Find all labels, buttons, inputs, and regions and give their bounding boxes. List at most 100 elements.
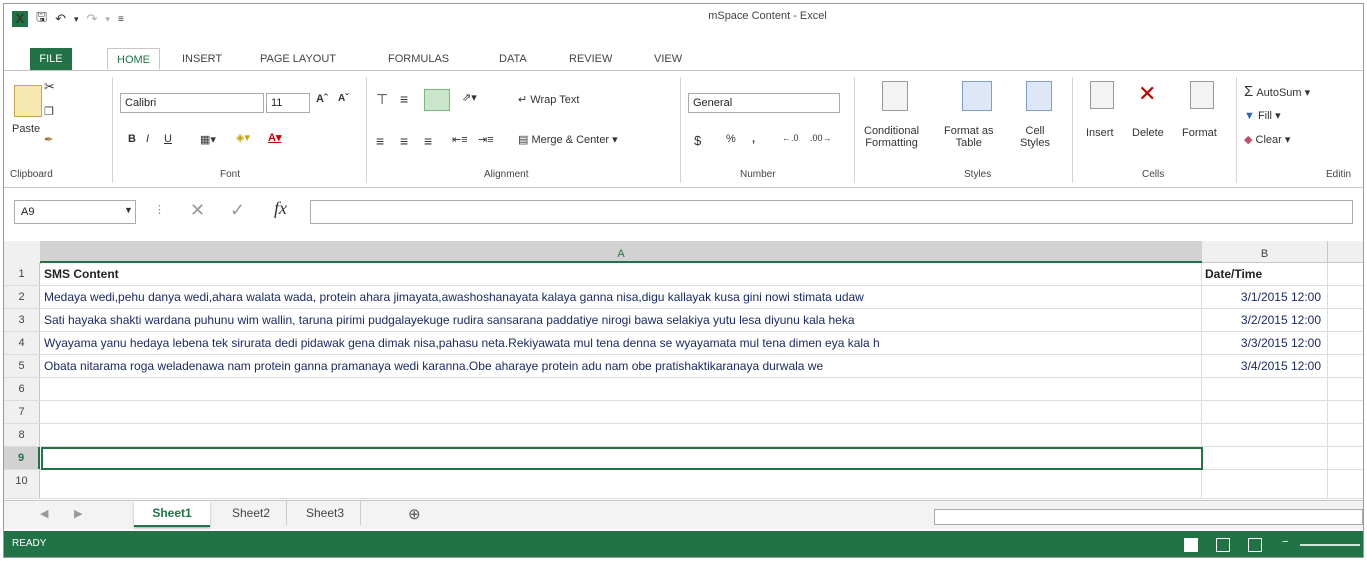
cell[interactable]: 3/2/2015 12:00	[1202, 309, 1328, 331]
format-button[interactable]: Format	[1182, 127, 1217, 139]
increase-font-icon[interactable]: Aˆ	[316, 93, 328, 105]
cell[interactable]: Wyayama yanu hedaya lebena tek sirurata …	[41, 332, 1202, 354]
name-box[interactable]: A9	[14, 200, 136, 224]
format-as-table-icon[interactable]	[962, 81, 992, 111]
cell[interactable]	[41, 470, 1202, 498]
sheet-tab-sheet3[interactable]: Sheet3	[290, 501, 361, 525]
cell[interactable]	[1202, 401, 1328, 423]
cell[interactable]	[1202, 470, 1328, 498]
tab-data[interactable]: DATA	[499, 48, 527, 70]
tab-home[interactable]: HOME	[107, 48, 160, 70]
tab-page-layout[interactable]: PAGE LAYOUT	[260, 48, 336, 70]
cell[interactable]	[1202, 378, 1328, 400]
delete-button[interactable]: Delete	[1132, 127, 1164, 139]
conditional-formatting-button[interactable]: Conditional Formatting	[864, 125, 919, 149]
decrease-decimal-icon[interactable]: .00→	[810, 133, 832, 143]
copy-icon[interactable]: ❐	[44, 105, 54, 118]
cell[interactable]	[41, 401, 1202, 423]
row-header[interactable]: 2	[4, 286, 40, 308]
align-center-icon[interactable]: ≡	[400, 133, 408, 149]
zoom-out-icon[interactable]: −	[1282, 536, 1288, 548]
row-header[interactable]: 10	[4, 470, 40, 498]
cell[interactable]: 3/1/2015 12:00	[1202, 286, 1328, 308]
cell-styles-icon[interactable]	[1026, 81, 1052, 111]
number-format-select[interactable]: General	[688, 93, 840, 113]
row-header[interactable]: 6	[4, 378, 40, 400]
percent-button[interactable]: %	[726, 133, 736, 145]
increase-indent-icon[interactable]: ⇥≡	[478, 133, 494, 146]
tab-file[interactable]: FILE	[30, 48, 72, 70]
cell[interactable]: Medaya wedi,pehu danya wedi,ahara walata…	[41, 286, 1202, 308]
borders-icon[interactable]: ▦▾	[200, 133, 216, 146]
cell[interactable]	[41, 424, 1202, 446]
font-name-select[interactable]: Calibri	[120, 93, 264, 113]
tab-review[interactable]: REVIEW	[569, 48, 612, 70]
row-header[interactable]: 1	[4, 263, 40, 285]
insert-button[interactable]: Insert	[1086, 127, 1114, 139]
cell[interactable]: Sati hayaka shakti wardana puhunu wim wa…	[41, 309, 1202, 331]
formula-input[interactable]	[310, 200, 1353, 224]
row-header[interactable]: 3	[4, 309, 40, 331]
page-layout-view-icon[interactable]	[1216, 538, 1230, 552]
normal-view-icon[interactable]	[1184, 538, 1198, 552]
next-sheet-icon[interactable]: ▶	[74, 507, 82, 520]
autosum-button[interactable]: Σ AutoSum ▾	[1244, 83, 1310, 100]
active-cell-selection[interactable]	[41, 447, 1203, 470]
sheet-tab-sheet2[interactable]: Sheet2	[216, 501, 287, 525]
row-header[interactable]: 9	[4, 447, 40, 469]
merge-center-button[interactable]: ▤ Merge & Center ▾	[518, 133, 618, 146]
wrap-text-button[interactable]: ↵ Wrap Text	[518, 93, 579, 106]
page-break-view-icon[interactable]	[1248, 538, 1262, 552]
italic-button[interactable]: I	[146, 133, 149, 145]
format-as-table-button[interactable]: Format as Table	[944, 125, 994, 149]
zoom-slider[interactable]	[1300, 544, 1360, 546]
delete-cells-icon[interactable]: ✕	[1138, 81, 1156, 107]
increase-decimal-icon[interactable]: ←.0	[782, 133, 799, 143]
insert-function-button[interactable]: fx	[274, 198, 287, 219]
prev-sheet-icon[interactable]: ◀	[40, 507, 48, 520]
cell[interactable]: Obata nitarama roga weladenawa nam prote…	[41, 355, 1202, 377]
align-bottom-icon[interactable]	[424, 89, 450, 111]
cell[interactable]	[1202, 447, 1328, 469]
tab-view[interactable]: VIEW	[654, 48, 682, 70]
format-painter-icon[interactable]: ✒	[44, 133, 53, 146]
clear-button[interactable]: ◆ Clear ▾	[1244, 133, 1290, 146]
currency-button[interactable]: $	[694, 133, 701, 148]
sheet-tab-sheet1[interactable]: Sheet1	[134, 501, 210, 527]
align-right-icon[interactable]: ≡	[424, 133, 432, 149]
cell-styles-button[interactable]: Cell Styles	[1020, 125, 1050, 149]
row-header[interactable]: 7	[4, 401, 40, 423]
font-size-select[interactable]: 11	[266, 93, 310, 113]
decrease-font-icon[interactable]: Aˇ	[338, 93, 349, 104]
decrease-indent-icon[interactable]: ⇤≡	[452, 133, 468, 146]
tab-insert[interactable]: INSERT	[182, 48, 222, 70]
paste-button[interactable]: Paste	[12, 123, 40, 135]
format-cells-icon[interactable]	[1190, 81, 1214, 109]
cut-icon[interactable]: ✂	[44, 79, 55, 95]
cell[interactable]	[41, 378, 1202, 400]
horizontal-scrollbar[interactable]	[934, 509, 1363, 525]
underline-button[interactable]: U	[164, 133, 172, 145]
column-header-c[interactable]	[1328, 241, 1363, 263]
comma-button[interactable]: ,	[752, 133, 755, 145]
align-middle-icon[interactable]: ≡	[400, 91, 408, 107]
enter-icon[interactable]: ✓	[230, 200, 245, 221]
cancel-icon[interactable]: ✕	[190, 200, 205, 221]
paste-icon[interactable]	[14, 85, 42, 117]
row-header[interactable]: 5	[4, 355, 40, 377]
new-sheet-icon[interactable]: ⊕	[408, 505, 421, 523]
column-header-b[interactable]: B	[1202, 241, 1328, 263]
cell[interactable]: SMS Content	[41, 263, 1202, 285]
tab-formulas[interactable]: FORMULAS	[388, 48, 449, 70]
cell[interactable]: 3/4/2015 12:00	[1202, 355, 1328, 377]
cell[interactable]: 3/3/2015 12:00	[1202, 332, 1328, 354]
cell[interactable]	[1202, 424, 1328, 446]
select-all-button[interactable]	[4, 241, 41, 264]
column-header-a[interactable]: A	[40, 241, 1203, 263]
row-header[interactable]: 4	[4, 332, 40, 354]
conditional-formatting-icon[interactable]	[882, 81, 908, 111]
fill-button[interactable]: ▼ Fill ▾	[1244, 109, 1281, 122]
cell[interactable]: Date/Time	[1202, 263, 1328, 285]
orientation-icon[interactable]: ⇗▾	[462, 91, 477, 104]
row-header[interactable]: 8	[4, 424, 40, 446]
